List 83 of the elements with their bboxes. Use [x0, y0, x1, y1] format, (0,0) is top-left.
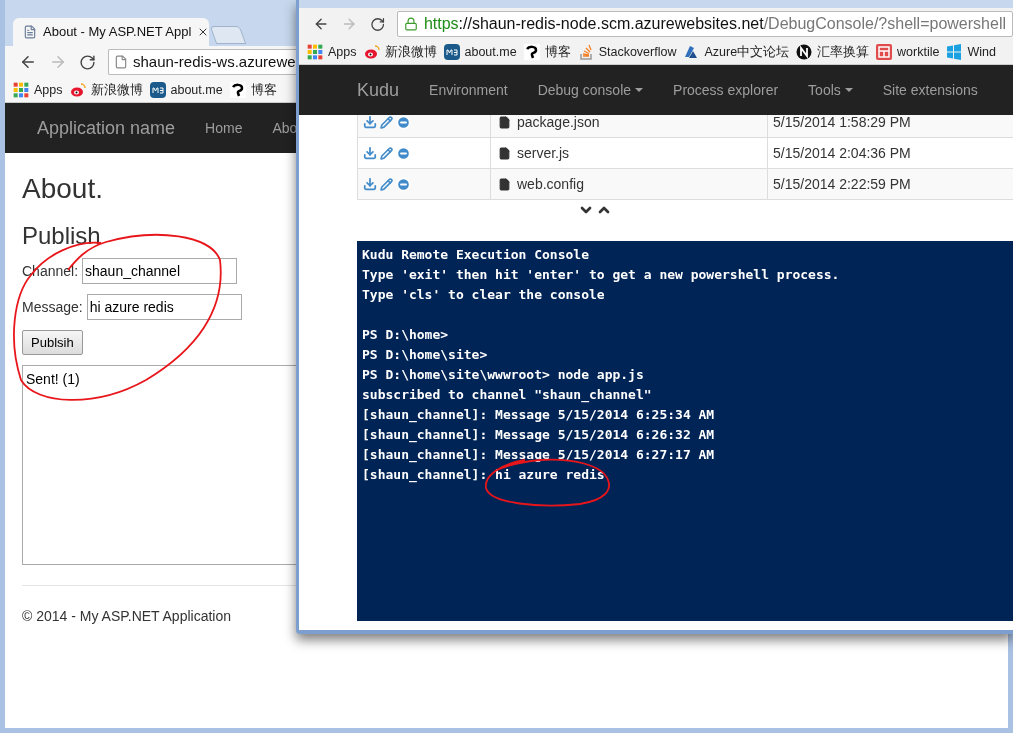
console-line: PS D:\home\site> — [362, 346, 489, 364]
console-line: Kudu Remote Execution Console — [362, 246, 590, 264]
caret-icon — [635, 88, 644, 92]
console-line: [shaun_channel]: hi azure redis — [362, 466, 606, 485]
delete-icon[interactable] — [396, 145, 411, 161]
console-line: PS D:\home\site\wwwroot> node app.js — [362, 366, 645, 384]
file-name[interactable]: web.config — [517, 173, 584, 195]
nav-link[interactable]: Process explorer — [673, 79, 779, 101]
nav-link[interactable]: Debug console — [537, 79, 644, 101]
bookmark-link[interactable]: 汇率换算 — [796, 42, 870, 62]
browser-tab[interactable]: About - My ASP.NET Appl — [13, 18, 209, 46]
publish-button[interactable]: Publsih — [22, 330, 83, 355]
reload-icon[interactable] — [369, 15, 385, 33]
eye-logo-icon — [69, 82, 86, 98]
file-icon — [498, 115, 511, 129]
console-line: [shaun_channel]: Message 5/15/2014 6:25:34 AM — [362, 406, 716, 425]
nav-link[interactable]: Home — [205, 117, 243, 139]
bookmark-link[interactable]: 博客 — [229, 80, 277, 100]
modified-date: 5/15/2014 2:04:36 PM — [773, 143, 911, 163]
bookmark-link[interactable]: 新浪微博 — [363, 42, 437, 62]
file-icon — [498, 177, 511, 191]
console-line: subscribed to channel "shaun_channel" — [362, 386, 653, 405]
section-heading: Publish — [22, 222, 102, 250]
nav-link[interactable]: Tools — [808, 79, 853, 101]
brand-text[interactable]: Application name — [37, 114, 176, 142]
wedge-logo-icon — [683, 44, 700, 60]
bookmark-link[interactable]: about.me — [443, 42, 517, 62]
console-line: Type 'cls' to clear the console — [362, 286, 606, 304]
url-text: shaun-redis-ws.azurewe — [133, 51, 296, 72]
page-heading: About. — [22, 173, 104, 205]
stack-icon — [577, 44, 594, 60]
tab-title: About - My ASP.NET Appl — [43, 23, 192, 42]
caret-icon — [844, 88, 853, 92]
modified-date: 5/15/2014 2:22:59 PM — [773, 174, 911, 194]
text-field[interactable]: hi azure redis — [86, 294, 242, 320]
file-name[interactable]: server.js — [517, 142, 570, 164]
page-icon — [114, 55, 128, 69]
console-line: Type 'exit' then hit 'enter' to get a new powershell process. — [362, 266, 841, 284]
download-icon[interactable] — [363, 115, 377, 129]
apps-grid-icon — [13, 82, 29, 98]
text-field[interactable]: shaun_channel — [82, 258, 238, 284]
delete-icon[interactable] — [396, 176, 411, 192]
windows-logo-icon — [946, 44, 963, 60]
page-icon — [23, 25, 37, 39]
me-logo-icon — [443, 44, 460, 60]
download-icon[interactable] — [363, 177, 377, 191]
bookmark-link[interactable]: 博客 — [523, 42, 571, 62]
file-name[interactable]: package.json — [517, 115, 600, 133]
brand-text[interactable]: Kudu — [357, 76, 400, 104]
console-line: PS D:\home> — [362, 326, 450, 344]
nav-link[interactable]: Site extensions — [882, 79, 978, 101]
address-bar[interactable]: shaun-redis-ws.azurewe — [108, 49, 296, 75]
edit-icon[interactable] — [380, 146, 393, 160]
footer-text: © 2014 - My ASP.NET Application — [22, 607, 233, 626]
nav-link[interactable]: Environment — [429, 79, 508, 101]
console-line: [shaun_channel]: Message 5/15/2014 6:27:17 AM — [362, 446, 716, 465]
bookmark-link[interactable]: Wind — [946, 42, 996, 62]
edit-icon[interactable] — [380, 115, 393, 129]
url-text: https://shaun-redis-node.scm.azurewebsites.net/DebugConsole/?shell=powershell — [423, 14, 1006, 34]
address-bar[interactable]: https://shaun-redis-node.scm.azurewebsites.net/DebugConsole/?shell=powershell — [396, 11, 1013, 37]
bookmark-link[interactable]: about.me — [149, 80, 223, 100]
bookmark-link[interactable]: worktile — [876, 42, 940, 62]
lock-icon — [403, 17, 418, 31]
modified-date: 5/15/2014 1:58:29 PM — [773, 115, 911, 132]
field-label: Message: — [22, 297, 83, 317]
bookmark-link[interactable]: 新浪微博 — [69, 80, 143, 100]
download-icon[interactable] — [363, 146, 377, 160]
reload-icon[interactable] — [79, 53, 96, 71]
console-line: [shaun_channel]: Message 5/15/2014 6:26:32 AM — [362, 426, 716, 445]
n-circle-icon — [796, 44, 813, 60]
delete-icon[interactable] — [396, 115, 411, 130]
file-icon — [498, 146, 511, 160]
nav-link[interactable]: Abo — [272, 117, 298, 139]
edit-icon[interactable] — [380, 177, 393, 191]
bookmark-link[interactable]: Apps — [307, 42, 357, 62]
back-icon[interactable] — [19, 53, 37, 71]
apps-grid-icon — [307, 44, 323, 60]
bookmark-link[interactable]: Azure中文论坛 — [683, 42, 790, 62]
bookmark-link[interactable]: Stackoverflow — [577, 42, 677, 62]
worktile-logo-icon — [876, 44, 893, 60]
eye-logo-icon — [363, 44, 380, 60]
bookmark-link[interactable]: Apps — [13, 80, 63, 100]
me-logo-icon — [149, 82, 166, 98]
